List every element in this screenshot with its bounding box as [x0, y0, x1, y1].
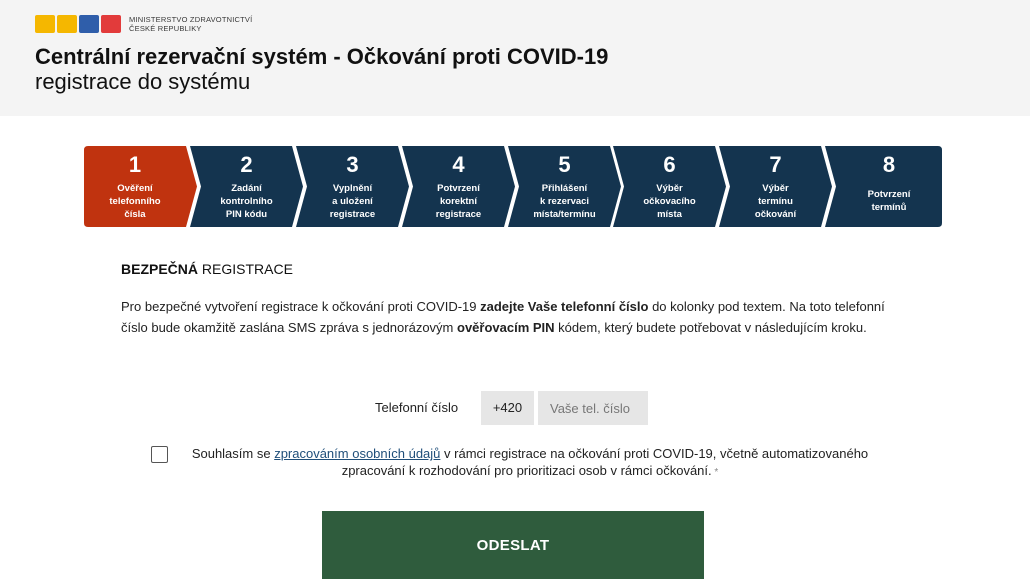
logo-glyph-4 [101, 15, 121, 33]
step-label: Výběr očkovacího místa [643, 183, 696, 220]
ministry-line-2: ČESKÉ REPUBLIKY [129, 24, 202, 33]
consent-checkbox[interactable] [151, 446, 168, 463]
logo-glyph-1 [35, 15, 55, 33]
step-number: 3 [346, 152, 359, 177]
step-label: Vyplnění a uložení registrace [329, 183, 376, 220]
step-number: 2 [240, 152, 253, 177]
step-number: 6 [663, 152, 676, 177]
step-8: 8 Potvrzení termínů [825, 146, 942, 227]
step-number: 8 [882, 152, 896, 177]
ministry-name: MINISTERSTVO ZDRAVOTNICTVÍ ČESKÉ REPUBLI… [129, 15, 252, 33]
required-mark: * [711, 467, 719, 478]
step-5: 5 Přihlášení k rezervaci místa/termínu [508, 146, 621, 227]
step-label: Výběr termínu očkování [754, 183, 797, 220]
logo-glyph-3 [79, 15, 99, 33]
step-number: 5 [558, 152, 571, 177]
para-part-2: zadejte Vaše telefonní číslo [480, 299, 649, 314]
step-6: 6 Výběr očkovacího místa [613, 146, 726, 227]
step-number: 4 [452, 152, 465, 177]
para-part-5: kódem, který budete potřebovat v následu… [554, 320, 867, 335]
instructions-paragraph: Pro bezpečné vytvoření registrace k očko… [121, 296, 911, 338]
step-4: 4 Potvrzení korektní registrace [402, 146, 515, 227]
submit-button[interactable]: ODESLAT [322, 511, 704, 579]
section-title-bold: BEZPEČNÁ [121, 261, 199, 277]
step-number: 1 [128, 152, 142, 177]
step-number: 7 [769, 152, 782, 177]
step-label: Potvrzení korektní registrace [435, 183, 482, 220]
section-title: BEZPEČNÁ REGISTRACE [121, 261, 293, 277]
step-1: 1 Ověření telefonního čísla [84, 146, 197, 227]
page-title: Centrální rezervační systém - Očkování p… [35, 44, 609, 69]
step-label: Potvrzení termínů [867, 189, 911, 213]
consent-text: Souhlasím se zpracováním osobních údajů … [174, 445, 886, 481]
para-part-1: Pro bezpečné vytvoření registrace k očko… [121, 299, 481, 314]
page-header: MINISTERSTVO ZDRAVOTNICTVÍ ČESKÉ REPUBLI… [0, 0, 1030, 116]
ministry-logo: MINISTERSTVO ZDRAVOTNICTVÍ ČESKÉ REPUBLI… [35, 13, 252, 35]
progress-steps: 1 Ověření telefonního čísla 2 Zadání kontro… [84, 146, 942, 227]
personal-data-link[interactable]: zpracováním osobních údajů [274, 446, 440, 461]
step-label: Přihlášení k rezervaci místa/termínu [533, 183, 596, 220]
step-2: 2 Zadání kontrolního PIN kódu [190, 146, 303, 227]
step-3: 3 Vyplnění a uložení registrace [296, 146, 409, 227]
phone-label: Telefonní číslo [375, 400, 459, 415]
section-title-rest: REGISTRACE [198, 261, 293, 277]
phone-prefix: +420 [481, 391, 534, 425]
step-7: 7 Výběr termínu očkování [719, 146, 832, 227]
page-subtitle: registrace do systému [35, 69, 251, 94]
consent-text-before: Souhlasím se [191, 446, 275, 461]
phone-input[interactable] [538, 391, 648, 425]
logo-glyph-2 [57, 15, 77, 33]
para-part-4: ověřovacím PIN [457, 320, 555, 335]
step-label: Zadání kontrolního PIN kódu [220, 183, 273, 220]
ministry-line-1: MINISTERSTVO ZDRAVOTNICTVÍ [129, 15, 253, 24]
step-label: Ověření telefonního čísla [109, 183, 161, 220]
